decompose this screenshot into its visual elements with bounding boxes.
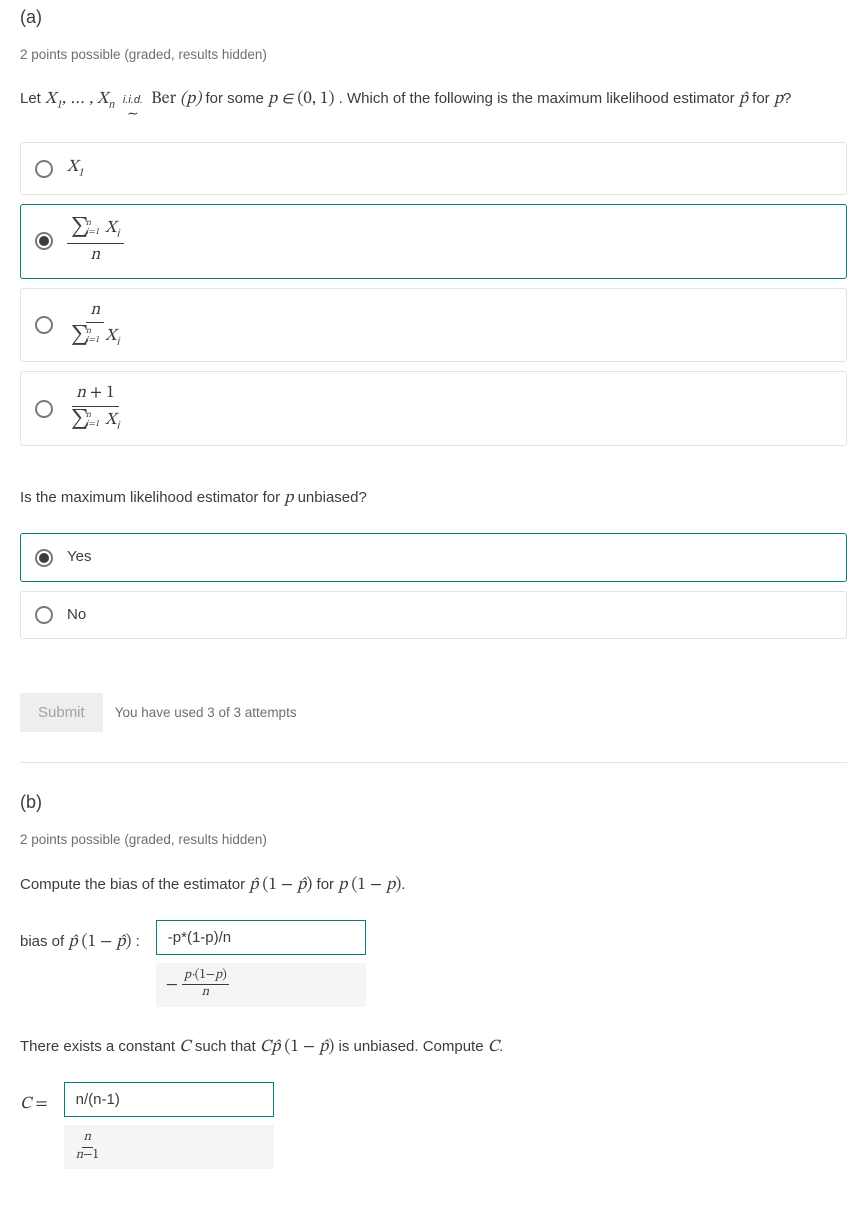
math-p-1-p: p (1 − p) <box>338 877 401 894</box>
math-C: C <box>179 1039 190 1056</box>
part-b-points: 2 points possible (graded, results hidde… <box>20 830 847 850</box>
c-input-row: C = n n−1 <box>20 1082 847 1169</box>
separator <box>20 762 847 763</box>
part-a: (a) 2 points possible (graded, results h… <box>20 4 847 732</box>
part-a-label: (a) <box>20 4 847 31</box>
math-p2: p <box>284 490 293 507</box>
iid-symbol: i.i.d.∼ <box>123 95 143 120</box>
bq1-end: . <box>401 876 405 893</box>
radio-icon <box>35 400 53 418</box>
q1-post: . Which of the following is the maximum … <box>339 90 739 107</box>
opt4-math: n + 1 ∑ni=1 Xi <box>67 384 124 433</box>
math-ber-p: Ber (p) <box>151 91 201 108</box>
q1-end: for <box>752 90 774 107</box>
radio-option-3[interactable]: n ∑ni=1 Xi <box>20 288 847 363</box>
math-x1-xn: X1, … , Xn <box>45 91 115 108</box>
radio-option-2[interactable]: ∑ni=1 Xi n <box>20 204 847 279</box>
math-p-in-01: p ∈ (0, 1) <box>268 91 335 108</box>
bias-label-post: : <box>136 933 140 950</box>
math-phat-1-phat-2: p̂ (1 − p̂) <box>68 934 131 951</box>
part-a-points: 2 points possible (graded, results hidde… <box>20 45 847 65</box>
math-phat: p̂ <box>739 91 748 108</box>
bq1-mid: for <box>317 876 339 893</box>
c-input-col: n n−1 <box>64 1082 274 1169</box>
radio-icon <box>35 232 53 250</box>
radio-icon <box>35 160 53 178</box>
radio-icon <box>35 606 53 624</box>
bq1-pre: Compute the bias of the estimator <box>20 876 249 893</box>
bq2-pre: There exists a constant <box>20 1038 179 1055</box>
bq2-end: . <box>499 1038 503 1055</box>
radio-option-1[interactable]: X1 <box>20 142 847 195</box>
opt2-math: ∑ni=1 Xi n <box>67 217 124 266</box>
no-label: No <box>67 604 86 627</box>
radio-yes[interactable]: Yes <box>20 533 847 582</box>
radio-option-4[interactable]: n + 1 ∑ni=1 Xi <box>20 371 847 446</box>
q2-pre: Is the maximum likelihood estimator for <box>20 489 284 506</box>
bias-label: bias of p̂ (1 − p̂) : <box>20 920 140 956</box>
math-C2: C <box>488 1039 499 1056</box>
submit-button[interactable]: Submit <box>20 693 103 732</box>
opt3-math: n ∑ni=1 Xi <box>67 301 124 350</box>
radio-icon <box>35 549 53 567</box>
part-b-question2: There exists a constant C such that Cp̂ … <box>20 1035 847 1061</box>
bias-input-row: bias of p̂ (1 − p̂) : − p·(1−p) n <box>20 920 847 1007</box>
radio-no[interactable]: No <box>20 591 847 640</box>
q1-final: ? <box>783 90 791 107</box>
part-a-question2: Is the maximum likelihood estimator for … <box>20 486 847 512</box>
part-a-question1: Let X1, … , Xn i.i.d.∼ Ber (p) for some … <box>20 87 847 120</box>
q1-pre: Let <box>20 90 45 107</box>
c-label: C = <box>20 1082 48 1118</box>
bias-label-pre: bias of <box>20 933 68 950</box>
submit-row: Submit You have used 3 of 3 attempts <box>20 693 847 732</box>
bq2-post: is unbiased. Compute <box>338 1038 487 1055</box>
q2-post: unbiased? <box>298 489 367 506</box>
math-phat-1-phat: p̂ (1 − p̂) <box>249 877 312 894</box>
c-preview: n n−1 <box>64 1125 274 1169</box>
radio-icon <box>35 316 53 334</box>
part-b-label: (b) <box>20 789 847 816</box>
bias-preview: − p·(1−p) n <box>156 963 366 1007</box>
q1-mid: for some <box>205 90 268 107</box>
opt1-math: X1 <box>67 155 84 182</box>
math-Cphat: Cp̂ (1 − p̂) <box>260 1039 334 1056</box>
attempts-text: You have used 3 of 3 attempts <box>115 703 297 723</box>
bias-input[interactable] <box>156 920 366 955</box>
part-b-question1: Compute the bias of the estimator p̂ (1 … <box>20 873 847 899</box>
math-p: p <box>774 91 783 108</box>
bq2-mid: such that <box>195 1038 260 1055</box>
yes-label: Yes <box>67 546 91 569</box>
part-b: (b) 2 points possible (graded, results h… <box>20 789 847 1168</box>
c-input[interactable] <box>64 1082 274 1117</box>
bias-input-col: − p·(1−p) n <box>156 920 366 1007</box>
